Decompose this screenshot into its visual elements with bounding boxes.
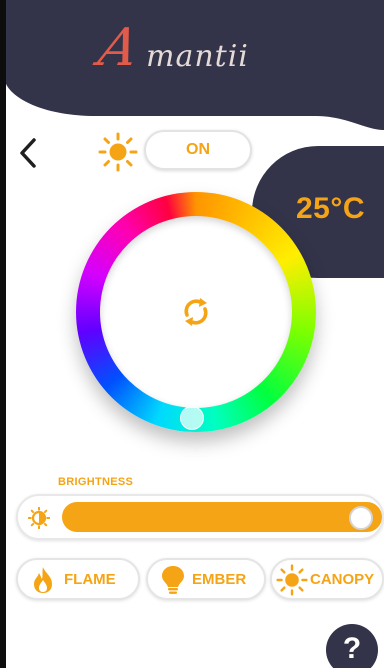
sun-icon [98, 132, 138, 172]
brightness-control [16, 494, 384, 540]
sun-icon [276, 564, 308, 596]
brightness-slider[interactable] [62, 502, 382, 532]
app-screen: A mantii ON 25°C BRIGHTNESS FLAME EMBER … [6, 0, 384, 668]
flame-mode-button[interactable]: FLAME [16, 558, 140, 600]
color-picker-handle[interactable] [180, 406, 204, 430]
back-button[interactable] [16, 136, 42, 170]
power-toggle-button[interactable]: ON [144, 130, 252, 170]
ember-mode-label: EMBER [192, 571, 247, 588]
logo-wordmark: mantii [146, 39, 249, 74]
bulb-icon [162, 566, 184, 594]
brightness-label: BRIGHTNESS [58, 476, 134, 488]
ember-mode-button[interactable]: EMBER [146, 558, 266, 600]
chevron-left-icon [20, 138, 36, 168]
cycle-icon[interactable] [177, 293, 215, 331]
brightness-icon [28, 507, 50, 529]
brand-logo: A mantii [93, 18, 316, 80]
brightness-slider-knob[interactable] [349, 506, 373, 530]
flame-mode-label: FLAME [64, 571, 116, 588]
logo-initial: A [93, 18, 144, 78]
help-button[interactable]: ? [326, 624, 378, 668]
flame-icon [34, 567, 52, 593]
canopy-mode-label: CANOPY [310, 571, 375, 588]
canopy-mode-button[interactable]: CANOPY [270, 558, 384, 600]
color-wheel[interactable] [76, 192, 316, 432]
